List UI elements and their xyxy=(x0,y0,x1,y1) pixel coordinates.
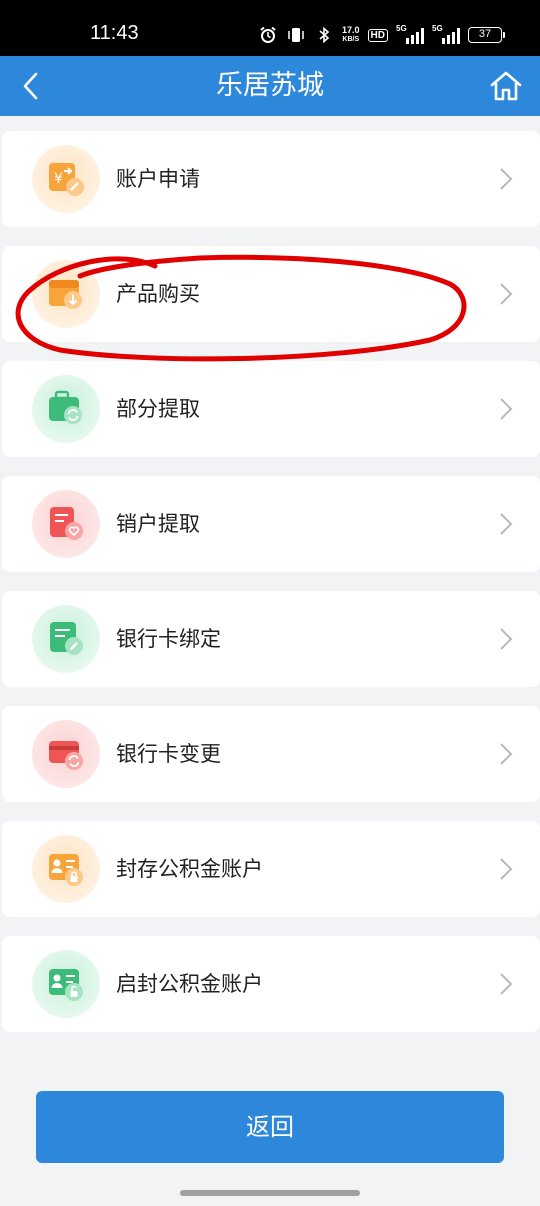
page-title: 乐居苏城 xyxy=(216,70,324,101)
alarm-icon xyxy=(258,25,278,45)
bank-card-change-icon xyxy=(32,720,100,788)
menu-item-label: 启封公积金账户 xyxy=(116,972,263,996)
chevron-right-icon xyxy=(500,283,513,305)
partial-withdraw-icon xyxy=(32,375,100,443)
battery-indicator: 37 xyxy=(468,27,505,43)
chevron-right-icon xyxy=(500,628,513,650)
signal-strength-icon-2: 5G xyxy=(432,24,460,44)
home-icon xyxy=(490,71,522,101)
menu-item-label: 产品购买 xyxy=(116,282,200,306)
product-purchase-icon xyxy=(32,260,100,328)
menu-item-product-purchase[interactable]: 产品购买 xyxy=(2,246,540,342)
seal-fund-account-icon xyxy=(32,835,100,903)
network-speed: 17.0 KB/S xyxy=(342,25,360,44)
menu-item-bank-card-change[interactable]: 银行卡变更 xyxy=(2,706,540,802)
svg-text:¥: ¥ xyxy=(54,171,63,187)
menu-item-close-account-withdraw[interactable]: 销户提取 xyxy=(2,476,540,572)
chevron-right-icon xyxy=(500,513,513,535)
menu-item-label: 封存公积金账户 xyxy=(116,857,263,881)
unseal-fund-account-icon xyxy=(32,950,100,1018)
signal-strength-icon: 5G xyxy=(396,24,424,44)
chevron-right-icon xyxy=(500,973,513,995)
bank-card-bind-icon xyxy=(32,605,100,673)
menu-item-account-apply[interactable]: ¥ 账户申请 xyxy=(2,131,540,227)
close-account-withdraw-icon xyxy=(32,490,100,558)
menu-item-partial-withdraw[interactable]: 部分提取 xyxy=(2,361,540,457)
menu-item-label: 部分提取 xyxy=(116,397,200,421)
status-bar: 11:43 17.0 KB/S HD 5G 5G 37 xyxy=(0,0,540,56)
back-nav-button[interactable] xyxy=(8,62,52,110)
vibrate-icon xyxy=(286,25,306,45)
menu-item-label: 银行卡变更 xyxy=(116,742,221,766)
bluetooth-icon xyxy=(314,25,334,45)
account-apply-icon: ¥ xyxy=(32,145,100,213)
chevron-left-icon xyxy=(23,72,38,100)
menu-item-bank-card-bind[interactable]: 银行卡绑定 xyxy=(2,591,540,687)
hd-voice-badge: HD xyxy=(367,28,388,42)
return-button[interactable]: 返回 xyxy=(36,1091,504,1163)
home-indicator[interactable] xyxy=(180,1190,360,1196)
status-time: 11:43 xyxy=(90,22,139,44)
status-icons: 17.0 KB/S HD 5G 5G 37 xyxy=(258,22,505,48)
chevron-right-icon xyxy=(500,858,513,880)
menu-item-label: 账户申请 xyxy=(116,167,200,191)
menu-item-unseal-fund-account[interactable]: 启封公积金账户 xyxy=(2,936,540,1032)
home-button[interactable] xyxy=(484,64,528,108)
chevron-right-icon xyxy=(500,168,513,190)
menu-item-label: 销户提取 xyxy=(116,512,200,536)
chevron-right-icon xyxy=(500,743,513,765)
menu-item-seal-fund-account[interactable]: 封存公积金账户 xyxy=(2,821,540,917)
chevron-right-icon xyxy=(500,398,513,420)
header-bar: 乐居苏城 xyxy=(0,56,540,116)
menu-item-label: 银行卡绑定 xyxy=(116,627,221,651)
